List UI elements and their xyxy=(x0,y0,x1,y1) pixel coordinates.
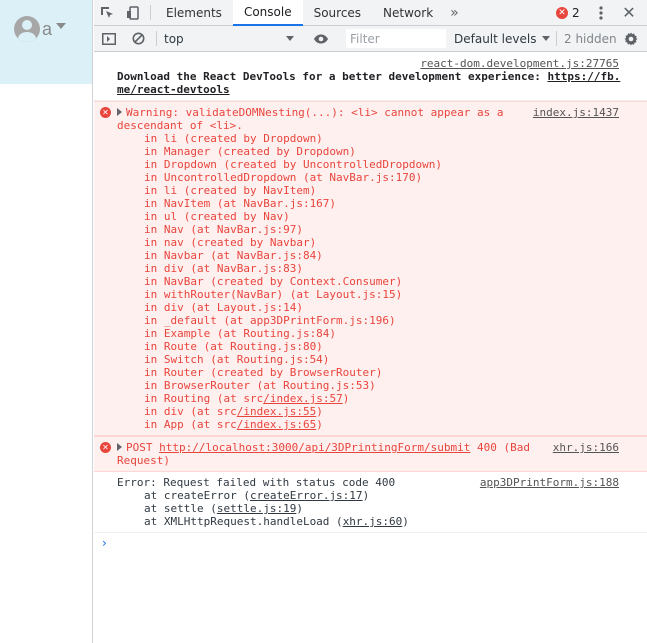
stack-frame: in Example (at Routing.js:84) xyxy=(144,327,337,340)
stack-frame: at createError ( xyxy=(144,489,250,502)
message-source-link[interactable]: react-dom.development.js:27765 xyxy=(414,57,619,70)
caret-down-icon xyxy=(56,23,67,29)
page-area: a xyxy=(0,0,93,643)
stack-frame: in Routing (at src/index.js:57) xyxy=(144,392,350,405)
console-message-log: app3DPrintForm.js:188 Error: Request fai… xyxy=(94,472,647,533)
stack-frame: in Router (created by BrowserRouter) xyxy=(144,366,383,379)
stack-frame: in _default (at app3DPrintForm.js:196) xyxy=(144,314,396,327)
clear-console-icon[interactable] xyxy=(130,26,146,51)
tab-elements[interactable]: Elements xyxy=(155,0,233,25)
stack-frame: in Route (at Routing.js:80) xyxy=(144,340,323,353)
stack-frame-link[interactable]: /index.js:55 xyxy=(237,405,316,418)
user-dropdown-toggle[interactable]: a xyxy=(14,16,67,42)
request-url-link[interactable]: http://localhost:3000/api/3DPrintingForm… xyxy=(159,441,470,454)
expand-triangle-icon[interactable] xyxy=(117,108,122,116)
stack-frame-link[interactable]: /index.js:57 xyxy=(263,392,342,405)
stack-frame: in NavItem (at NavBar.js:167) xyxy=(144,197,337,210)
tab-network[interactable]: Network xyxy=(372,0,444,25)
console-filter-input[interactable] xyxy=(346,29,446,48)
toolbar-divider xyxy=(150,5,151,20)
sidebar-toggle-icon[interactable] xyxy=(100,26,118,51)
error-count: 2 xyxy=(572,6,580,20)
console-message-error: ✕ index.js:1437 Warning: validateDOMNest… xyxy=(94,101,647,436)
error-icon: ✕ xyxy=(556,7,568,19)
stack-frame: at XMLHttpRequest.handleLoad ( xyxy=(144,515,343,528)
message-text: descendant of <li>. xyxy=(117,119,243,132)
error-counter[interactable]: ✕ 2 xyxy=(556,4,580,22)
caret-down-icon xyxy=(286,36,294,41)
customize-menu-icon[interactable] xyxy=(590,0,612,25)
stack-frame: in li (created by NavItem) xyxy=(144,184,317,197)
message-text: Warning: validateDOMNesting(...): <li> c… xyxy=(126,106,504,119)
message-source-link[interactable]: xhr.js:166 xyxy=(546,441,619,454)
filterbar-divider xyxy=(556,31,557,46)
inspect-element-icon[interactable] xyxy=(94,0,120,25)
user-avatar-icon xyxy=(14,16,40,42)
request-status: 400 (Bad xyxy=(477,441,530,454)
context-select-value: top xyxy=(164,31,184,46)
page-navbar: a xyxy=(0,0,92,84)
stack-frame: in div (at Layout.js:14) xyxy=(144,301,303,314)
error-icon: ✕ xyxy=(100,442,111,453)
console-message-log: react-dom.development.js:27765 Download … xyxy=(94,53,647,101)
device-toolbar-icon[interactable] xyxy=(120,0,146,25)
log-levels-label: Default levels xyxy=(454,31,537,46)
close-icon[interactable]: ✕ xyxy=(618,0,640,25)
message-link[interactable]: https://fb. xyxy=(547,70,620,83)
error-icon: ✕ xyxy=(100,107,111,118)
stack-frame-link[interactable]: xhr.js:60 xyxy=(343,515,403,528)
console-filterbar: top Default levels 2 hidden xyxy=(94,26,647,52)
stack-frame: in Manager (created by Dropdown) xyxy=(144,145,356,158)
console-settings-gear-icon[interactable] xyxy=(623,26,639,51)
stack-frame-link[interactable]: createError.js:17 xyxy=(250,489,363,502)
stack-frame: in Navbar (at NavBar.js:84) xyxy=(144,249,323,262)
expand-triangle-icon[interactable] xyxy=(117,443,122,451)
message-link[interactable]: me/react-devtools xyxy=(117,83,230,96)
message-source-link[interactable]: index.js:1437 xyxy=(526,106,619,119)
more-tabs-icon[interactable]: » xyxy=(444,0,465,25)
stack-frame-link[interactable]: settle.js:19 xyxy=(217,502,296,515)
caret-down-icon xyxy=(542,36,551,41)
stack-frame: in withRouter(NavBar) (at Layout.js:15) xyxy=(144,288,403,301)
stack-frame: in Dropdown (created by UncontrolledDrop… xyxy=(144,158,443,171)
stack-frame: in Switch (at Routing.js:54) xyxy=(144,353,330,366)
stack-frame: in ul (created by Nav) xyxy=(144,210,290,223)
console-prompt[interactable]: › xyxy=(94,533,647,550)
stack-frame: in App (at src/index.js:65) xyxy=(144,418,323,431)
prompt-chevron-icon: › xyxy=(102,536,107,550)
stack-frame: in div (at NavBar.js:83) xyxy=(144,262,303,275)
live-expression-eye-icon[interactable] xyxy=(310,26,332,51)
stack-frame-link[interactable]: /index.js:65 xyxy=(237,418,316,431)
filterbar-divider xyxy=(156,31,157,46)
stack-frame: in Nav (at NavBar.js:97) xyxy=(144,223,303,236)
stack-frame: in BrowserRouter (at Routing.js:53) xyxy=(144,379,376,392)
context-select[interactable]: top xyxy=(164,26,294,51)
devtools-panel: Elements Console Sources Network » ✕ 2 ✕… xyxy=(94,0,647,643)
message-source-link[interactable]: app3DPrintForm.js:188 xyxy=(474,476,619,489)
stack-frame: in NavBar (created by Context.Consumer) xyxy=(144,275,403,288)
stack-frame: in div (at src/index.js:55) xyxy=(144,405,323,418)
stack-frame: in nav (created by Navbar) xyxy=(144,236,317,249)
console-messages: react-dom.development.js:27765 Download … xyxy=(94,53,647,643)
message-text: Download the React DevTools for a better… xyxy=(117,70,548,83)
stack-frame: in UncontrolledDropdown (at NavBar.js:17… xyxy=(144,171,423,184)
tab-console[interactable]: Console xyxy=(232,0,303,26)
user-name: a xyxy=(42,18,53,39)
tab-sources[interactable]: Sources xyxy=(303,0,372,25)
hidden-messages-count: 2 hidden xyxy=(564,31,617,46)
request-method: POST xyxy=(126,441,153,454)
console-message-error: ✕ xhr.js:166 POST http://localhost:3000/… xyxy=(94,436,647,472)
stack-frame: in li (created by Dropdown) xyxy=(144,132,323,145)
request-status-cont: Request) xyxy=(117,454,170,467)
log-levels-select[interactable]: Default levels xyxy=(454,26,551,51)
stack-frame: at settle ( xyxy=(144,502,217,515)
